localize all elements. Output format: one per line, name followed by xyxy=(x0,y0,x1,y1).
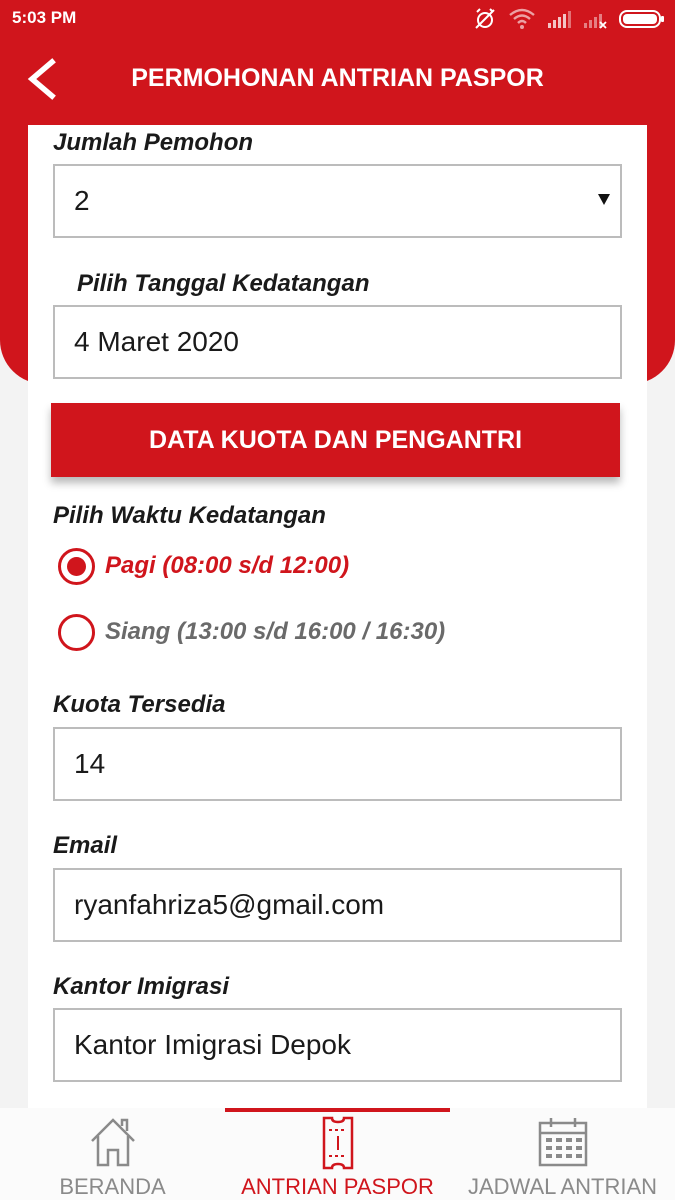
status-icons xyxy=(473,6,665,32)
kuota-field: 14 xyxy=(53,727,622,801)
data-kuota-button[interactable]: DATA KUOTA DAN PENGANTRI xyxy=(51,403,620,477)
ticket-icon xyxy=(322,1116,353,1170)
tanggal-value: 4 Maret 2020 xyxy=(74,326,239,357)
page-title: PERMOHONAN ANTRIAN PASPOR xyxy=(131,64,544,92)
alarm-off-icon xyxy=(475,8,495,29)
radio-option-label: Siang (13:00 s/d 16:00 / 16:30) xyxy=(105,618,446,645)
active-tab-indicator xyxy=(225,1108,450,1112)
tanggal-label: Pilih Tanggal Kedatangan xyxy=(77,270,370,297)
app-bar: PERMOHONAN ANTRIAN PASPOR xyxy=(0,38,675,122)
radio-option-siang[interactable]: Siang (13:00 s/d 16:00 / 16:30) xyxy=(58,612,445,652)
bottom-navigation: BERANDA ANTRIAN PASPOR JADWAL ANTRIAN xyxy=(0,1108,675,1200)
home-icon xyxy=(90,1118,135,1167)
signal-no-service-icon xyxy=(584,14,607,29)
jumlah-pemohon-value: 2 xyxy=(74,185,90,216)
tanggal-input[interactable]: 4 Maret 2020 xyxy=(53,305,622,379)
email-field[interactable]: ryanfahriza5@gmail.com xyxy=(53,868,622,942)
nav-label: ANTRIAN PASPOR xyxy=(241,1174,434,1199)
nav-label: BERANDA xyxy=(59,1174,166,1199)
nav-item-jadwal-antrian[interactable]: JADWAL ANTRIAN xyxy=(450,1108,675,1200)
waktu-label: Pilih Waktu Kedatangan xyxy=(53,502,326,529)
wifi-icon xyxy=(509,8,535,29)
form-card: Jumlah Pemohon 2 Pilih Tanggal Kedatanga… xyxy=(28,125,647,1110)
nav-item-beranda[interactable]: BERANDA xyxy=(0,1108,225,1200)
email-label: Email xyxy=(53,832,118,859)
radio-option-label: Pagi (08:00 s/d 12:00) xyxy=(105,552,350,579)
status-bar: 5:03 PM xyxy=(0,0,675,38)
email-value: ryanfahriza5@gmail.com xyxy=(74,889,385,920)
kuota-value: 14 xyxy=(74,748,106,779)
nav-item-antrian-paspor[interactable]: ANTRIAN PASPOR xyxy=(225,1108,450,1200)
battery-icon xyxy=(619,10,664,28)
calendar-icon xyxy=(538,1118,587,1167)
signal-icon xyxy=(548,11,571,28)
kantor-value: Kantor Imigrasi Depok xyxy=(74,1029,352,1060)
radio-checked-icon xyxy=(58,547,95,585)
kantor-label: Kantor Imigrasi xyxy=(53,973,230,1000)
dropdown-arrow-icon xyxy=(598,194,610,205)
jumlah-pemohon-select[interactable]: 2 xyxy=(53,164,622,238)
nav-label: JADWAL ANTRIAN xyxy=(467,1174,658,1199)
kantor-field[interactable]: Kantor Imigrasi Depok xyxy=(53,1008,622,1082)
kuota-label: Kuota Tersedia xyxy=(53,691,226,718)
radio-unchecked-icon xyxy=(58,613,95,651)
radio-option-pagi[interactable]: Pagi (08:00 s/d 12:00) xyxy=(58,546,349,586)
jumlah-pemohon-label: Jumlah Pemohon xyxy=(53,129,254,156)
status-time: 5:03 PM xyxy=(12,8,77,27)
